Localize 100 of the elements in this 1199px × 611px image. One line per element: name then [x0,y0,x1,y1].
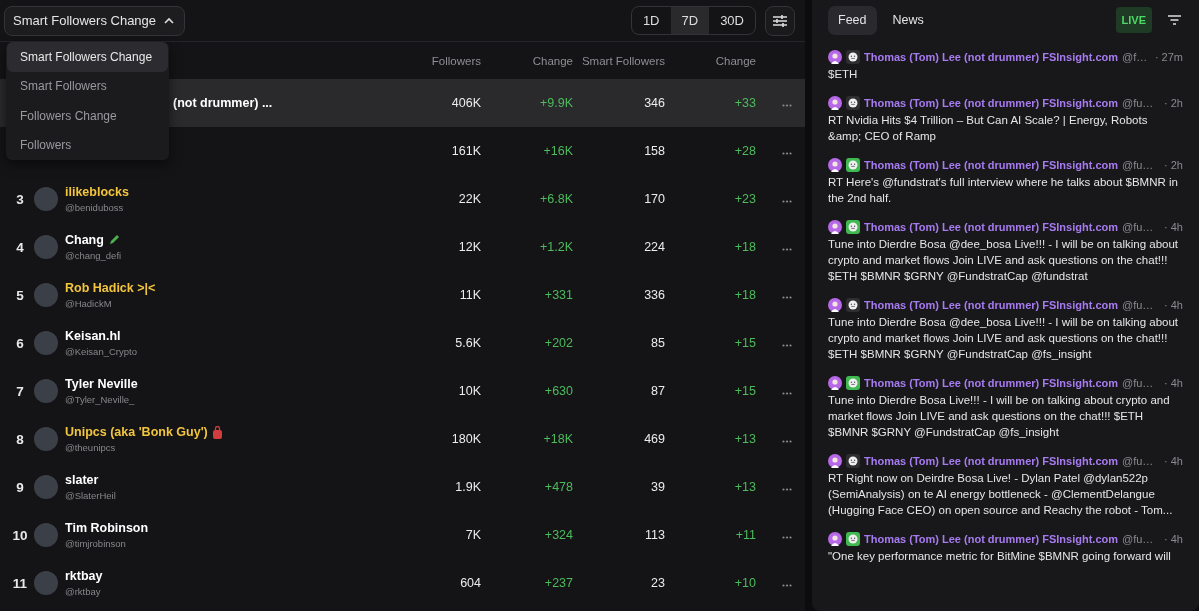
author-name[interactable]: Thomas (Tom) Lee (not drummer) FSInsight.com [864,455,1119,467]
user-handle: @Tyler_Neville_ [65,394,136,405]
followers-cell-text: 10K [457,384,481,398]
post-text: Tune into Dierdre Bosa Live!!! - I will be on talking about crypto and market flows Join LIVE and ask questions on the chat!!! $ETH $BMNR $GRNY @FundstratCap @fs_insight [828,393,1171,440]
person-avatar-icon [828,220,842,234]
post-text: RT Nvidia Hits $4 Trillion – But Can AI Scale? | Energy, Robots &amp; CEO of Ramp [828,113,1149,144]
chevron-up-icon [164,17,175,24]
author-name[interactable]: Thomas (Tom) Lee (not drummer) FSInsight.com [864,159,1119,171]
author-name[interactable]: Thomas (Tom) Lee (not drummer) FSInsight.com [864,51,1119,63]
followers-cell-text: 161K [450,144,481,158]
person-avatar-icon [828,532,842,546]
menu-option[interactable]: Smart Followers [7,71,168,101]
smart-followers-cell-text: 158 [643,144,665,158]
more-icon [781,344,792,347]
change-cell-text: +18 [733,240,756,254]
avatar [34,235,58,259]
change-cell-text: +18K [542,432,573,446]
author-name[interactable]: Thomas (Tom) Lee (not drummer) FSInsight.com [864,533,1119,545]
smart-followers-cell-text: 39 [650,480,665,494]
smart-followers-cell-text: 113 [644,528,665,542]
followers-cell-text: 5.6K [454,336,481,350]
smart-followers-cell-text: 336 [643,288,665,302]
smart-followers-cell-text: 23 [650,576,665,590]
smart-followers-cell-text: 346 [643,96,665,110]
user-name: Keisan.hl [65,329,121,343]
post-time: · 4h [1164,377,1183,389]
followers-cell-text: 11K [458,288,481,302]
post-time: · 4h [1164,299,1183,311]
menu-option[interactable]: Followers Change [7,101,168,131]
author-name[interactable]: Thomas (Tom) Lee (not drummer) FSInsight.com [864,97,1119,109]
rank-number: 10 [11,527,29,543]
more-icon [781,440,792,443]
followers-cell-text: 12K [457,240,481,254]
more-icon [781,248,792,251]
user-name: rktbay [65,569,103,583]
avatar [34,427,58,451]
followers-cell-text: 22K [457,192,481,206]
person-avatar-icon [828,298,842,312]
change-cell-text: +15 [733,336,756,350]
menu-option[interactable]: Followers [7,130,168,160]
user-handle: @HadickM [65,298,113,309]
feed-tab[interactable]: News [882,5,934,35]
change-cell-text: +324 [543,528,573,542]
change-cell-text: +1.2K [539,240,573,254]
user-handle: @theunipcs [65,442,117,453]
author-name[interactable]: Thomas (Tom) Lee (not drummer) FSInsight.com [864,221,1119,233]
post-time: · 4h [1164,455,1183,467]
more-icon [781,584,792,587]
person-avatar-icon [828,50,842,64]
post-time: · 2h [1164,97,1183,109]
smart-followers-cell-text: 224 [643,240,665,254]
rank-number: 11 [11,575,29,591]
period-tab[interactable]: 30D [709,7,755,34]
rank-number: 3 [15,191,25,207]
author-name[interactable]: Thomas (Tom) Lee (not drummer) FSInsight.com [864,299,1119,311]
author-handle: @fu… [1122,299,1154,311]
menu-option[interactable]: Smart Followers Change [7,42,168,72]
user-handle: @Keisan_Crypto [65,346,138,357]
user-name: (not drummer) ... [173,96,273,110]
author-handle: @fu… [1122,159,1154,171]
period-tab[interactable]: 1D [631,7,671,34]
user-name: slater [65,473,99,487]
post-time: · 2h [1164,159,1183,171]
more-icon [781,536,792,539]
change-cell-text: +6.8K [539,192,573,206]
user-name: ilikeblocks [65,185,129,199]
rank-number: 6 [15,335,25,351]
change-cell-text: +331 [543,288,573,302]
smart-followers-cell-text: 170 [643,192,665,206]
change-cell-text: +10 [733,576,756,590]
author-handle: @fu… [1122,221,1154,233]
user-name: Tyler Neville [65,377,138,391]
author-name[interactable]: Thomas (Tom) Lee (not drummer) FSInsight.com [864,377,1119,389]
followers-cell-text: 406K [450,96,481,110]
period-tab[interactable]: 7D [670,7,710,34]
rank-number: 5 [15,287,25,303]
filter-settings-button[interactable] [765,5,795,36]
avatar [34,331,58,355]
user-handle: @chang_defi [65,250,123,261]
change-cell-text: +630 [543,384,573,398]
post-text: RT Right now on Deirdre Bosa Live! - Dylan Patel @dylan522p (SemiAnalysis) on te AI energy bottleneck - @ClementDelangue (Hugging Face CEO) on open source and Reachy the robot - Tom... [828,471,1174,518]
post-text: "One key performance metric for BitMine $BMNR going forward will [828,549,1172,564]
smart-followers-cell-text: 85 [650,336,665,350]
post-time: · 4h [1164,221,1183,233]
author-handle: @f… [1122,51,1148,63]
user-name: Tim Robinson [65,521,149,535]
change-cell-text: +11 [734,528,756,542]
feed-tab[interactable]: Feed [828,5,877,35]
change-cell-text: +15 [733,384,756,398]
live-badge: LIVE [1115,7,1152,33]
author-handle: @fu… [1122,455,1154,467]
filter-icon [1168,14,1181,25]
column-header: Change [714,54,756,67]
person-avatar-icon [828,158,842,172]
post-text: $ETH [828,67,859,82]
user-handle: @beniduboss [65,202,125,213]
sort-dropdown[interactable]: Smart Followers Change [4,5,186,36]
change-cell-text: +28 [733,144,756,158]
author-handle: @fu… [1122,97,1154,109]
post-time: · 4h [1164,533,1183,545]
